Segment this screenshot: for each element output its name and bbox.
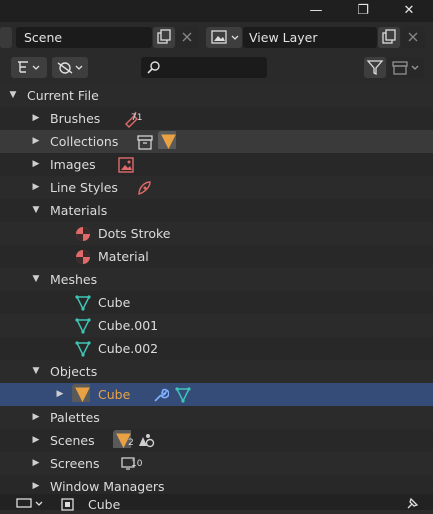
tree-row-collections[interactable]: ▶ Collections (0, 130, 433, 153)
scene-name: Scene (24, 30, 63, 45)
row-label: Current File (27, 88, 99, 103)
scene-copy-button[interactable] (153, 27, 175, 48)
scene-selector-icon[interactable] (0, 27, 12, 48)
tree-row-mesh-cube[interactable]: Cube (0, 291, 433, 314)
image-icon (118, 157, 134, 173)
expand-arrow-icon[interactable]: ▶ (31, 452, 41, 475)
expand-arrow-icon[interactable]: ▶ (31, 176, 41, 199)
expand-arrow-icon[interactable]: ▶ (31, 406, 41, 429)
row-label: Scenes (50, 433, 95, 448)
collection-box-icon (392, 61, 419, 75)
properties-header: Cube (0, 494, 433, 512)
tree-row-brushes[interactable]: ▶ Brushes 71 (0, 107, 433, 130)
collapse-arrow-icon[interactable]: ▼ (31, 268, 41, 291)
row-label: Cube (98, 295, 131, 310)
row-label: Brushes (50, 111, 101, 126)
material-icon (76, 227, 90, 241)
outliner-tree: ▼ Current File ▶ Brushes 71 ▶ Collection… (0, 84, 433, 494)
tree-row-window-managers[interactable]: ▶ Window Managers (0, 475, 433, 494)
search-input[interactable] (141, 57, 267, 78)
tree-row-objects[interactable]: ▼ Objects (0, 360, 433, 383)
row-label: Meshes (50, 272, 98, 287)
row-label: Cube (98, 387, 131, 402)
scene-remove-button[interactable] (176, 27, 198, 48)
row-label: Dots Stroke (98, 226, 171, 241)
expand-arrow-icon[interactable]: ▶ (31, 153, 41, 176)
tree-row-scenes[interactable]: ▶ Scenes 2 (0, 429, 433, 452)
restore-icon[interactable]: ❐ (355, 3, 371, 19)
object-square-icon (61, 498, 74, 511)
view-layer-selector[interactable] (206, 27, 242, 48)
row-label: Images (50, 157, 96, 172)
screens-count: 10 (131, 459, 143, 469)
row-label: Palettes (50, 410, 100, 425)
view-layer-copy-button[interactable] (378, 27, 400, 48)
object-mesh-icon (72, 384, 90, 402)
tree-row-current-file[interactable]: ▼ Current File (0, 84, 433, 107)
row-label: Material (98, 249, 149, 264)
scenes-count: 2 (128, 438, 134, 448)
mesh-icon (75, 341, 91, 357)
tree-row-screens[interactable]: ▶ Screens 10 (0, 452, 433, 475)
expand-arrow-icon[interactable]: ▶ (31, 475, 41, 494)
tree-row-mesh-cube-002[interactable]: Cube.002 (0, 337, 433, 360)
tree-row-material-material[interactable]: Material (0, 245, 433, 268)
image-icon (211, 30, 239, 44)
expand-arrow-icon[interactable]: ▶ (31, 107, 41, 130)
row-label: Objects (50, 364, 98, 379)
collapse-arrow-icon[interactable]: ▼ (31, 360, 41, 383)
orphan-data-icon (57, 62, 83, 74)
view-layer-name: View Layer (249, 30, 318, 45)
view-layer-name-field[interactable]: View Layer (243, 27, 377, 48)
copy-icon (382, 29, 396, 44)
tree-row-object-cube[interactable]: ▶ Cube (0, 383, 433, 406)
expand-arrow-icon[interactable]: ▶ (31, 130, 41, 153)
row-label: Window Managers (50, 479, 165, 494)
collapse-arrow-icon[interactable]: ▼ (31, 199, 41, 222)
mesh-data-icon[interactable] (174, 386, 192, 404)
line-style-icon (138, 181, 151, 195)
display-mode-dropdown[interactable] (11, 57, 47, 78)
row-label: Cube.002 (98, 341, 159, 356)
row-label: Cube.001 (98, 318, 159, 333)
row-label: Materials (50, 203, 108, 218)
tree-row-meshes[interactable]: ▼ Meshes (0, 268, 433, 291)
material-icon (76, 250, 90, 264)
scene-shapes-icon (139, 434, 155, 448)
minimize-icon[interactable]: — (308, 3, 324, 19)
expand-arrow-icon[interactable]: ▶ (31, 429, 41, 452)
search-icon (147, 61, 160, 74)
x-icon (182, 32, 192, 42)
tree-row-palettes[interactable]: ▶ Palettes (0, 406, 433, 429)
wrench-icon[interactable] (151, 386, 169, 404)
filter-mode-dropdown[interactable] (52, 57, 88, 78)
tree-row-material-dots-stroke[interactable]: Dots Stroke (0, 222, 433, 245)
filter-button[interactable] (364, 57, 386, 78)
scene-name-field[interactable]: Scene (16, 27, 152, 48)
copy-icon (157, 29, 171, 44)
row-label: Collections (50, 134, 119, 149)
row-label: Screens (50, 456, 100, 471)
active-object-name: Cube (88, 497, 121, 512)
view-layer-remove-button[interactable] (401, 27, 425, 48)
object-mesh-icon (158, 131, 176, 149)
row-label: Line Styles (50, 180, 118, 195)
mesh-icon (75, 295, 91, 311)
outliner-tree-icon (18, 61, 40, 73)
tree-row-line-styles[interactable]: ▶ Line Styles (0, 176, 433, 199)
mesh-icon (75, 318, 91, 334)
collapse-arrow-icon[interactable]: ▼ (8, 84, 18, 107)
collection-box-icon (137, 135, 153, 150)
tree-row-materials[interactable]: ▼ Materials (0, 199, 433, 222)
close-window-icon[interactable]: ✕ (401, 3, 417, 19)
x-icon (408, 32, 418, 42)
new-collection-dropdown[interactable] (388, 57, 424, 78)
tree-row-images[interactable]: ▶ Images (0, 153, 433, 176)
window-titlebar: — ❐ ✕ (0, 0, 433, 22)
funnel-icon (366, 60, 384, 76)
expand-arrow-icon[interactable]: ▶ (55, 383, 65, 406)
tree-row-mesh-cube-001[interactable]: Cube.001 (0, 314, 433, 337)
brushes-count: 71 (131, 113, 143, 123)
